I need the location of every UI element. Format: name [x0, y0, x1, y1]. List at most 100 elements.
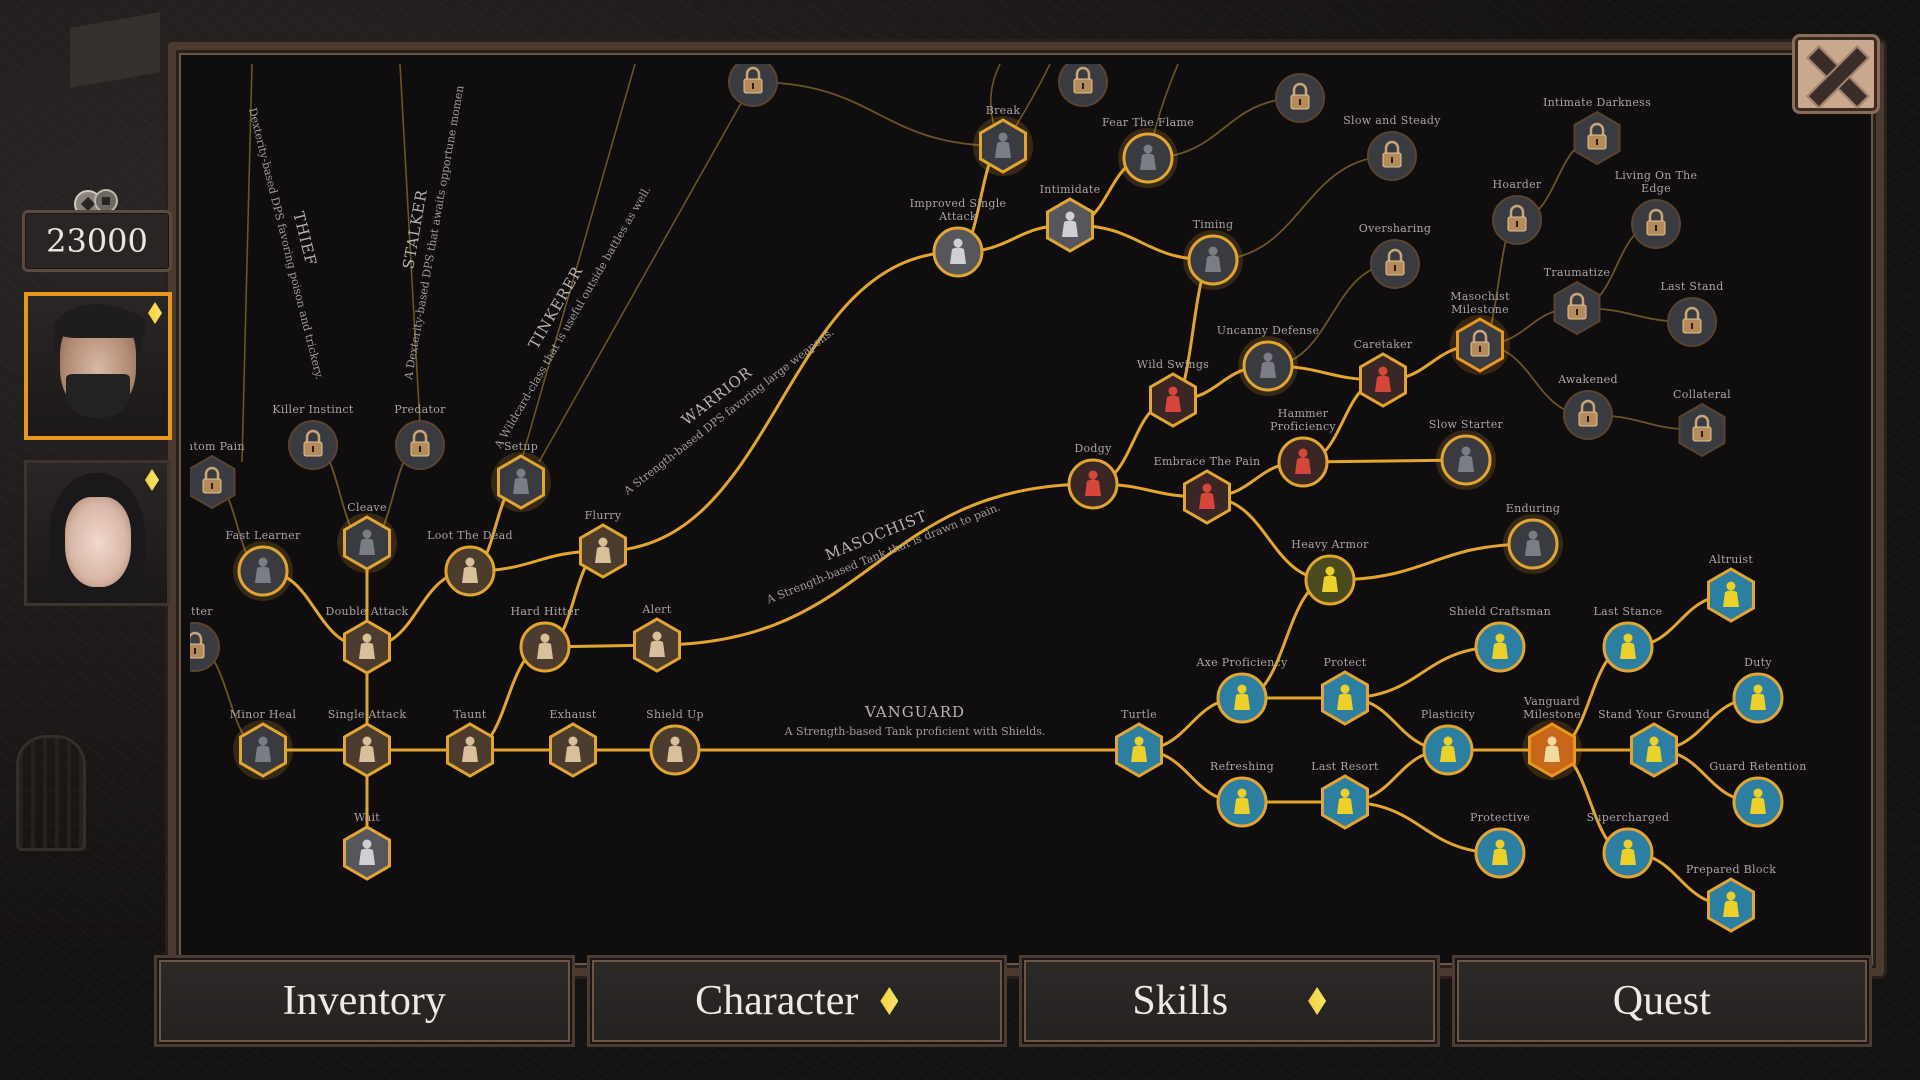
close-button[interactable] [1792, 34, 1880, 114]
skill-node-hammer-proficiency[interactable]: HammerProficiency [1270, 407, 1336, 488]
skill-node-alert[interactable]: Alert [633, 603, 681, 673]
skill-node-oversharing[interactable]: Oversharing [1359, 222, 1432, 289]
skill-tree-panel[interactable]: THIEF Dexterity-based DPS favoring poison… [190, 64, 1846, 952]
skill-node-predator[interactable]: Predator [394, 403, 446, 470]
tab-label: Quest [1612, 978, 1711, 1024]
skill-node-timing[interactable]: Timing [1183, 218, 1243, 290]
skill-label: Single Attack [328, 708, 407, 721]
skill-node-improved-single-attack[interactable]: Improved SingleAttack [910, 197, 1007, 278]
skill-label: Last Stand [1660, 280, 1723, 293]
skill-node-turtle[interactable]: Turtle [1115, 708, 1163, 778]
class-path-line [520, 64, 636, 463]
skill-node-supercharged[interactable]: Supercharged [1587, 811, 1670, 879]
class-banner-masochist: MASOCHISTA Strength-based Tank that is d… [764, 500, 1002, 606]
class-banner-tinkerer: TINKERERA Wildcard-class that is useful … [491, 184, 653, 452]
skill-label: Refreshing [1210, 760, 1274, 773]
skill-node-exhaust[interactable]: Exhaust [549, 708, 597, 778]
skill-node-wait[interactable]: Wait [343, 811, 391, 881]
skill-node-protective[interactable]: Protective [1470, 811, 1530, 879]
skill-label: Killer Instinct [272, 403, 353, 416]
skill-node-taunt[interactable]: Taunt [446, 708, 494, 778]
tab-quest[interactable]: Quest [1451, 955, 1872, 1047]
skill-node-single-attack[interactable]: Single Attack [328, 708, 407, 778]
skill-label: Alert [641, 603, 671, 616]
tab-skills[interactable]: Skills [1019, 955, 1440, 1047]
skill-node-last-stance[interactable]: Last Stance [1594, 605, 1663, 673]
skill-label: Embrace The Pain [1154, 455, 1261, 468]
skill-node-vanguard-milestone[interactable]: VanguardMilestone [1522, 695, 1582, 780]
tab-inventory[interactable]: Inventory [154, 955, 575, 1047]
skill-node-slow-and-steady[interactable]: Slow and Steady [1343, 114, 1441, 181]
skill-node-flurry[interactable]: Flurry [579, 509, 627, 579]
class-banner-warrior: WARRIORA Strength-based DPS favoring lar… [621, 325, 837, 498]
skill-label: Plasticity [1421, 708, 1476, 721]
skill-node-hard-hitter[interactable]: Hard Hitter [511, 605, 580, 673]
skill-node-collateral[interactable]: Collateral [1673, 388, 1731, 458]
skill-node-top-lock-2[interactable] [1058, 64, 1108, 107]
skill-node-caretaker[interactable]: Caretaker [1354, 338, 1413, 408]
skill-node-top-lock-1[interactable] [728, 64, 778, 107]
skill-node-intimate-darkness[interactable]: Intimate Darkness [1543, 96, 1651, 166]
skill-label: Cleave [347, 501, 387, 514]
skill-label: Enduring [1506, 502, 1561, 515]
skill-node-double-attack[interactable]: Double Attack [326, 605, 409, 675]
skill-node-duty[interactable]: Duty [1732, 656, 1784, 724]
tab-label: Skills [1132, 978, 1229, 1024]
skill-node-heavy-armor[interactable]: Heavy Armor [1291, 538, 1369, 606]
skill-node-killer-instinct[interactable]: Killer Instinct [272, 403, 354, 470]
skill-label: Hoarder [1493, 178, 1542, 191]
skill-label: Stand Your Ground [1598, 708, 1710, 721]
skill-node-loot-the-dead[interactable]: Loot The Dead [427, 529, 513, 597]
skill-node-fast-learner[interactable]: Fast Learner [225, 529, 301, 601]
skill-node-last-resort[interactable]: Last Resort [1311, 760, 1379, 830]
class-description: A Strength-based DPS favoring large weap… [621, 325, 837, 498]
party-member-portrait-2[interactable] [24, 460, 170, 606]
currency-amount: 23000 [22, 210, 172, 272]
skill-node-enduring[interactable]: Enduring [1503, 502, 1563, 574]
skill-label: Break [986, 104, 1021, 117]
skill-label: Oversharing [1359, 222, 1432, 235]
skill-node-top-lock-3[interactable] [1275, 73, 1325, 123]
skill-node-minor-heal[interactable]: Minor Heal [230, 708, 297, 780]
skill-connection [656, 482, 1094, 647]
skill-node-phantom-pain[interactable]: antom Pain [190, 440, 245, 510]
hair-top [58, 308, 146, 338]
cage-decoration [16, 735, 86, 851]
tab-label: Character [695, 978, 859, 1024]
skill-node-dodgy[interactable]: Dodgy [1067, 442, 1119, 510]
party-member-portrait-1[interactable] [24, 292, 172, 440]
skill-node-break[interactable]: Break [973, 104, 1033, 176]
skill-node-axe-proficiency[interactable]: Axe Proficiency [1195, 656, 1288, 724]
skill-label: Hammer [1278, 407, 1329, 420]
class-banner-thief: THIEFDexterity-based DPS favoring poison… [246, 106, 326, 380]
skill-node-protect[interactable]: Protect [1321, 656, 1369, 726]
skill-label: Improved Single [910, 197, 1007, 210]
skill-node-embrace-the-pain[interactable]: Embrace The Pain [1154, 455, 1261, 525]
skill-label: Fast Learner [225, 529, 301, 542]
class-description: A Strength-based Tank proficient with Sh… [784, 725, 1046, 738]
skill-node-hoarder[interactable]: Hoarder [1492, 178, 1542, 245]
skill-node-hitter[interactable]: Hitter [190, 605, 220, 672]
skill-node-shield-craftsman[interactable]: Shield Craftsman [1449, 605, 1551, 673]
skill-node-shield-up[interactable]: Shield Up [646, 708, 704, 776]
skill-node-traumatize[interactable]: Traumatize [1544, 266, 1610, 336]
skill-label: antom Pain [190, 440, 245, 453]
skill-node-slow-starter[interactable]: Slow Starter [1429, 418, 1504, 490]
skill-tree-canvas[interactable]: THIEFDexterity-based DPS favoring poison… [190, 64, 1846, 952]
skill-node-awakened[interactable]: Awakened [1557, 373, 1618, 440]
skill-node-refreshing[interactable]: Refreshing [1210, 760, 1274, 828]
skill-node-last-stand[interactable]: Last Stand [1660, 280, 1723, 347]
skill-node-fear-the-flame[interactable]: Fear The Flame [1102, 116, 1194, 188]
class-description: A Strength-based Tank that is drawn to p… [764, 500, 1002, 606]
skill-node-living-on-the-edge[interactable]: Living On TheEdge [1615, 169, 1698, 249]
tab-character[interactable]: Character [586, 955, 1007, 1047]
skill-node-intimidate[interactable]: Intimidate [1040, 183, 1101, 253]
skill-label: Hitter [190, 605, 213, 618]
skill-node-plasticity[interactable]: Plasticity [1421, 708, 1476, 776]
skill-node-setup[interactable]: Setup [491, 440, 551, 512]
skill-label: Setup [504, 440, 538, 453]
skill-node-masochist-milestone[interactable]: MasochistMilestone [1450, 290, 1510, 375]
skill-node-altruist[interactable]: Altruist [1707, 553, 1755, 623]
skill-node-uncanny-defense[interactable]: Uncanny Defense [1217, 324, 1320, 396]
face [65, 497, 131, 587]
